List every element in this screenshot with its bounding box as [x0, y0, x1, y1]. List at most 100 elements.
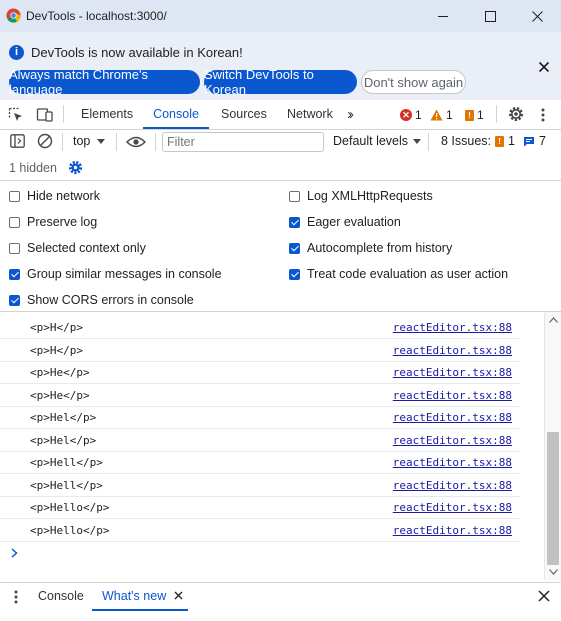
source-link[interactable]: reactEditor.tsx:88	[393, 501, 512, 514]
scroll-down-arrow-icon[interactable]	[549, 569, 558, 575]
scrollbar-thumb[interactable]	[547, 432, 559, 565]
devtools-tab-bar: Elements Console Sources Network ›› ✕ 1 …	[0, 100, 561, 130]
tab-network[interactable]: Network	[287, 100, 333, 129]
log-levels-value: Default levels	[333, 134, 409, 148]
close-icon	[538, 61, 550, 73]
separator	[63, 105, 64, 123]
sidebar-toggle-icon[interactable]	[10, 134, 25, 148]
close-icon[interactable]	[174, 591, 183, 600]
drawer-menu-icon[interactable]	[13, 589, 19, 605]
infobar-close-button[interactable]	[536, 59, 552, 75]
console-message-row: <p>Hel</p> reactEditor.tsx:88	[0, 429, 520, 452]
selected-context-checkbox[interactable]	[9, 242, 20, 254]
scroll-up-arrow-icon[interactable]	[549, 317, 558, 323]
log-levels-dropdown[interactable]: Default levels	[333, 134, 422, 148]
setting-preserve-log[interactable]: Preserve log	[9, 215, 97, 229]
source-link[interactable]: reactEditor.tsx:88	[393, 344, 512, 357]
log-xhr-label: Log XMLHttpRequests	[307, 189, 433, 203]
issue-flag-icon: !	[495, 135, 505, 147]
issues-info-count: 7	[538, 134, 546, 148]
message-text: <p>He</p>	[30, 389, 90, 402]
clear-console-icon[interactable]	[37, 133, 53, 149]
close-window-button[interactable]	[514, 0, 560, 32]
setting-treat-eval[interactable]: Treat code evaluation as user action	[289, 267, 508, 281]
context-value: top	[73, 134, 91, 148]
chrome-logo-icon	[6, 8, 21, 23]
message-text: <p>Hell</p>	[30, 456, 103, 469]
console-message-row: <p>Hello</p> reactEditor.tsx:88	[0, 519, 520, 542]
console-message-row: <p>Hel</p> reactEditor.tsx:88	[0, 406, 520, 429]
treat-eval-checkbox[interactable]	[289, 268, 300, 280]
more-tabs-icon[interactable]: ››	[347, 106, 354, 123]
autocomplete-label: Autocomplete from history	[307, 241, 453, 255]
eager-eval-label: Eager evaluation	[307, 215, 401, 229]
drawer-tab-whats-new[interactable]: What's new	[92, 583, 188, 611]
source-link[interactable]: reactEditor.tsx:88	[393, 321, 512, 334]
hide-network-label: Hide network	[27, 189, 100, 203]
tab-elements[interactable]: Elements	[81, 100, 133, 129]
chevron-down-icon	[97, 138, 106, 144]
drawer-close-button[interactable]	[537, 589, 551, 603]
message-text: <p>Hell</p>	[30, 479, 103, 492]
more-options-icon[interactable]	[538, 107, 548, 123]
console-message-row: <p>He</p> reactEditor.tsx:88	[0, 384, 520, 407]
maximize-button[interactable]	[467, 0, 513, 32]
setting-autocomplete[interactable]: Autocomplete from history	[289, 241, 452, 255]
maximize-icon	[484, 10, 496, 22]
setting-eager-eval[interactable]: Eager evaluation	[289, 215, 401, 229]
setting-selected-context[interactable]: Selected context only	[9, 241, 146, 255]
issues-counter[interactable]: 8 Issues: ! 1 7	[441, 134, 546, 148]
dont-show-again-button[interactable]: Don't show again	[361, 70, 466, 94]
preserve-log-label: Preserve log	[27, 215, 98, 229]
issues-badge[interactable]: ! 1	[465, 108, 484, 122]
show-cors-checkbox[interactable]	[9, 294, 20, 306]
error-count: 1	[415, 108, 422, 122]
source-link[interactable]: reactEditor.tsx:88	[393, 411, 512, 424]
always-match-language-button[interactable]: Always match Chrome's language	[9, 67, 200, 97]
source-link[interactable]: reactEditor.tsx:88	[393, 434, 512, 447]
settings-gear-icon[interactable]	[507, 105, 525, 123]
message-text: <p>Hello</p>	[30, 501, 110, 514]
warning-count: 1	[446, 108, 453, 122]
preserve-log-checkbox[interactable]	[9, 216, 20, 228]
console-scrollbar[interactable]	[544, 312, 561, 580]
message-text: <p>Hel</p>	[30, 434, 97, 447]
autocomplete-checkbox[interactable]	[289, 242, 300, 254]
source-link[interactable]: reactEditor.tsx:88	[393, 479, 512, 492]
issues-warn-count: 1	[508, 134, 515, 148]
error-badge[interactable]: ✕ 1	[400, 108, 422, 122]
tab-sources[interactable]: Sources	[221, 100, 267, 129]
warning-icon	[430, 109, 443, 121]
source-link[interactable]: reactEditor.tsx:88	[393, 456, 512, 469]
message-text: <p>He</p>	[30, 366, 90, 379]
setting-group-similar[interactable]: Group similar messages in console	[9, 267, 222, 281]
minimize-button[interactable]	[420, 0, 466, 32]
live-expression-eye-icon[interactable]	[126, 135, 146, 149]
eager-eval-checkbox[interactable]	[289, 216, 300, 228]
group-similar-checkbox[interactable]	[9, 268, 20, 280]
console-prompt[interactable]	[0, 542, 520, 564]
filter-input[interactable]	[162, 132, 324, 152]
drawer-tab-console[interactable]: Console	[38, 583, 84, 611]
source-link[interactable]: reactEditor.tsx:88	[393, 524, 512, 537]
setting-hide-network[interactable]: Hide network	[9, 189, 100, 203]
context-selector[interactable]: top	[73, 134, 106, 148]
prompt-chevron-icon	[11, 548, 18, 558]
log-xhr-checkbox[interactable]	[289, 190, 300, 202]
setting-log-xhr[interactable]: Log XMLHttpRequests	[289, 189, 433, 203]
switch-to-korean-button[interactable]: Switch DevTools to Korean	[204, 67, 357, 97]
console-message-row: <p>Hell</p> reactEditor.tsx:88	[0, 474, 520, 497]
source-link[interactable]: reactEditor.tsx:88	[393, 389, 512, 402]
close-icon	[538, 590, 550, 602]
hide-network-checkbox[interactable]	[9, 190, 20, 202]
setting-show-cors[interactable]: Show CORS errors in console	[9, 293, 194, 307]
tab-console[interactable]: Console	[143, 100, 209, 129]
warning-badge[interactable]: 1	[430, 108, 453, 122]
console-message-row: <p>He</p> reactEditor.tsx:88	[0, 361, 520, 384]
device-toolbar-icon[interactable]	[36, 107, 54, 123]
info-icon: i	[9, 45, 24, 60]
inspect-element-icon[interactable]	[8, 107, 24, 123]
console-settings-panel: Hide network Preserve log Selected conte…	[0, 181, 561, 312]
console-settings-gear-icon[interactable]	[67, 159, 84, 176]
source-link[interactable]: reactEditor.tsx:88	[393, 366, 512, 379]
